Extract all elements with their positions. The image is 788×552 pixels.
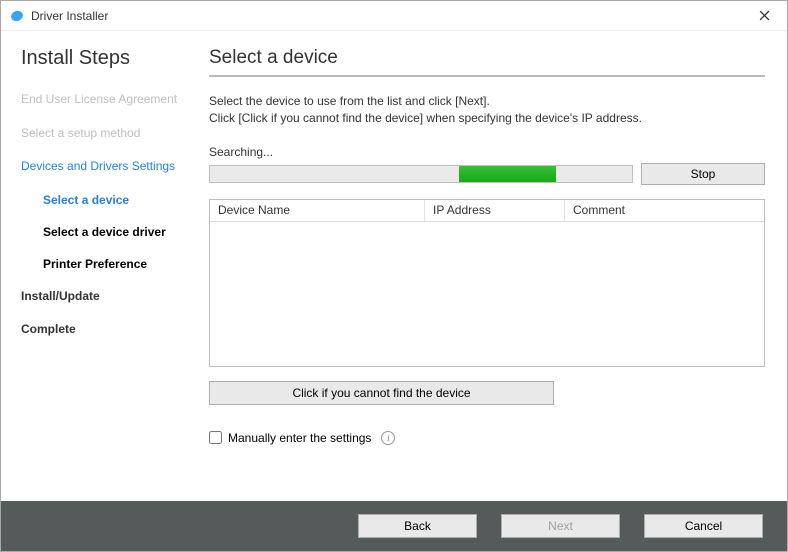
sidebar: Install Steps End User License Agreement… (1, 31, 199, 501)
info-icon[interactable]: i (381, 431, 395, 445)
close-icon (759, 10, 770, 21)
substep-select-driver: Select a device driver (43, 225, 199, 239)
sidebar-title: Install Steps (21, 47, 199, 70)
instruction-line-2: Click [Click if you cannot find the devi… (209, 111, 642, 125)
close-button[interactable] (742, 1, 787, 31)
substep-select-device: Select a device (43, 193, 199, 207)
progress-fill (459, 166, 556, 182)
cannot-find-device-button[interactable]: Click if you cannot find the device (209, 381, 554, 405)
col-header-ip[interactable]: IP Address (425, 200, 565, 221)
manual-entry-row: Manually enter the settings i (209, 431, 765, 445)
app-icon (9, 8, 25, 24)
device-table[interactable]: Device Name IP Address Comment (209, 199, 765, 367)
title-rule (209, 75, 765, 77)
window-title: Driver Installer (31, 9, 108, 23)
step-eula: End User License Agreement (21, 92, 199, 108)
page-title: Select a device (209, 47, 765, 69)
instructions: Select the device to use from the list a… (209, 93, 765, 127)
stop-button[interactable]: Stop (641, 163, 765, 185)
step-install: Install/Update (21, 289, 199, 305)
main-panel: Select a device Select the device to use… (199, 31, 787, 501)
progress-bar (209, 165, 633, 183)
search-status: Searching... (209, 145, 765, 159)
manual-entry-label: Manually enter the settings (228, 431, 371, 445)
back-button[interactable]: Back (358, 514, 477, 538)
cancel-button[interactable]: Cancel (644, 514, 763, 538)
step-devices: Devices and Drivers Settings (21, 159, 199, 175)
manual-entry-checkbox[interactable] (209, 431, 222, 444)
instruction-line-1: Select the device to use from the list a… (209, 94, 490, 108)
table-header: Device Name IP Address Comment (210, 200, 764, 222)
col-header-name[interactable]: Device Name (210, 200, 425, 221)
substep-printer-preference: Printer Preference (43, 257, 199, 271)
next-button: Next (501, 514, 620, 538)
step-complete: Complete (21, 322, 199, 338)
footer: Back Next Cancel (1, 501, 787, 551)
col-header-comment[interactable]: Comment (565, 200, 764, 221)
step-method: Select a setup method (21, 126, 199, 142)
titlebar: Driver Installer (1, 1, 787, 31)
